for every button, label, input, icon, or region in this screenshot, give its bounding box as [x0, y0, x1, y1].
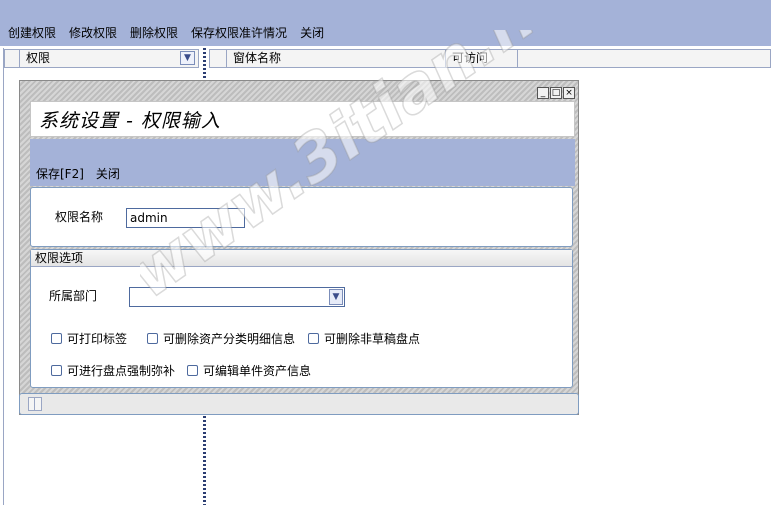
menu-modify-permission[interactable]: 修改权限 [69, 24, 117, 41]
accessible-column-header[interactable]: 可访问 [446, 50, 518, 67]
dialog-toolbar: 保存[F2] 关闭 [30, 139, 575, 186]
permission-name-group: 权限名称 admin [30, 187, 573, 247]
checkbox-delete-non-draft-inventory[interactable]: 可删除非草稿盘点 [308, 330, 420, 347]
permission-input-dialog: _ □ × 系统设置 - 权限输入 保存[F2] 关闭 权限名称 admin 权… [19, 80, 579, 415]
status-bar-grip [28, 397, 42, 411]
permission-options-header: 权限选项 [31, 250, 572, 267]
menu-close[interactable]: 关闭 [300, 24, 324, 41]
dialog-title: 系统设置 - 权限输入 [39, 110, 221, 132]
window-controls: _ □ × [537, 87, 575, 99]
chevron-down-icon[interactable]: ▼ [180, 51, 195, 65]
maximize-icon[interactable]: □ [550, 87, 562, 99]
dialog-status-bar [19, 393, 579, 415]
checkbox-print-label[interactable]: 可打印标签 [51, 330, 127, 347]
checkbox-label: 可打印标签 [67, 332, 128, 346]
save-button[interactable]: 保存[F2] [36, 165, 84, 182]
checkbox-box[interactable] [308, 333, 319, 344]
menu-save-permit[interactable]: 保存权限准许情况 [191, 24, 287, 41]
chevron-down-icon[interactable]: ▼ [329, 289, 343, 305]
checkbox-box[interactable] [147, 333, 158, 344]
checkbox-box[interactable] [187, 365, 198, 376]
checkbox-label: 可删除资产分类明细信息 [163, 332, 296, 346]
permission-name-label: 权限名称 [55, 210, 104, 224]
dialog-close-button[interactable]: 关闭 [96, 165, 120, 182]
checkbox-label: 可删除非草稿盘点 [324, 332, 421, 346]
dialog-title-area: 系统设置 - 权限输入 [30, 101, 575, 137]
form-name-column-header[interactable]: 窗体名称 [226, 50, 446, 67]
menu-create-permission[interactable]: 创建权限 [8, 24, 56, 41]
permission-column-header[interactable]: 权限 [19, 50, 199, 67]
menu-delete-permission[interactable]: 删除权限 [130, 24, 178, 41]
checkbox-box[interactable] [51, 333, 62, 344]
checkbox-edit-single-asset[interactable]: 可编辑单件资产信息 [187, 362, 311, 379]
permission-list-header: 权限 ▼ [4, 49, 199, 68]
minimize-icon[interactable]: _ [537, 87, 549, 99]
permission-column-label: 权限 [26, 51, 51, 65]
checkbox-label: 可编辑单件资产信息 [203, 364, 312, 378]
dialog-menu: 保存[F2] 关闭 [36, 165, 120, 182]
department-label: 所属部门 [49, 289, 98, 303]
checkbox-box[interactable] [51, 365, 62, 376]
permission-options-group: 权限选项 所属部门 ▼ 可打印标签 可删除资产分类明细信息 可删除非草稿盘点 可… [30, 249, 573, 388]
checkbox-label: 可进行盘点强制弥补 [67, 364, 176, 378]
close-icon[interactable]: × [563, 87, 575, 99]
main-menu: 创建权限 修改权限 删除权限 保存权限准许情况 关闭 [0, 22, 329, 42]
checkbox-force-inventory-reconcile[interactable]: 可进行盘点强制弥补 [51, 362, 175, 379]
form-list-header: 窗体名称 可访问 [209, 49, 771, 68]
department-select[interactable]: ▼ [129, 287, 345, 307]
permission-name-input[interactable]: admin [126, 208, 245, 228]
checkbox-delete-category-detail[interactable]: 可删除资产分类明细信息 [147, 330, 295, 347]
